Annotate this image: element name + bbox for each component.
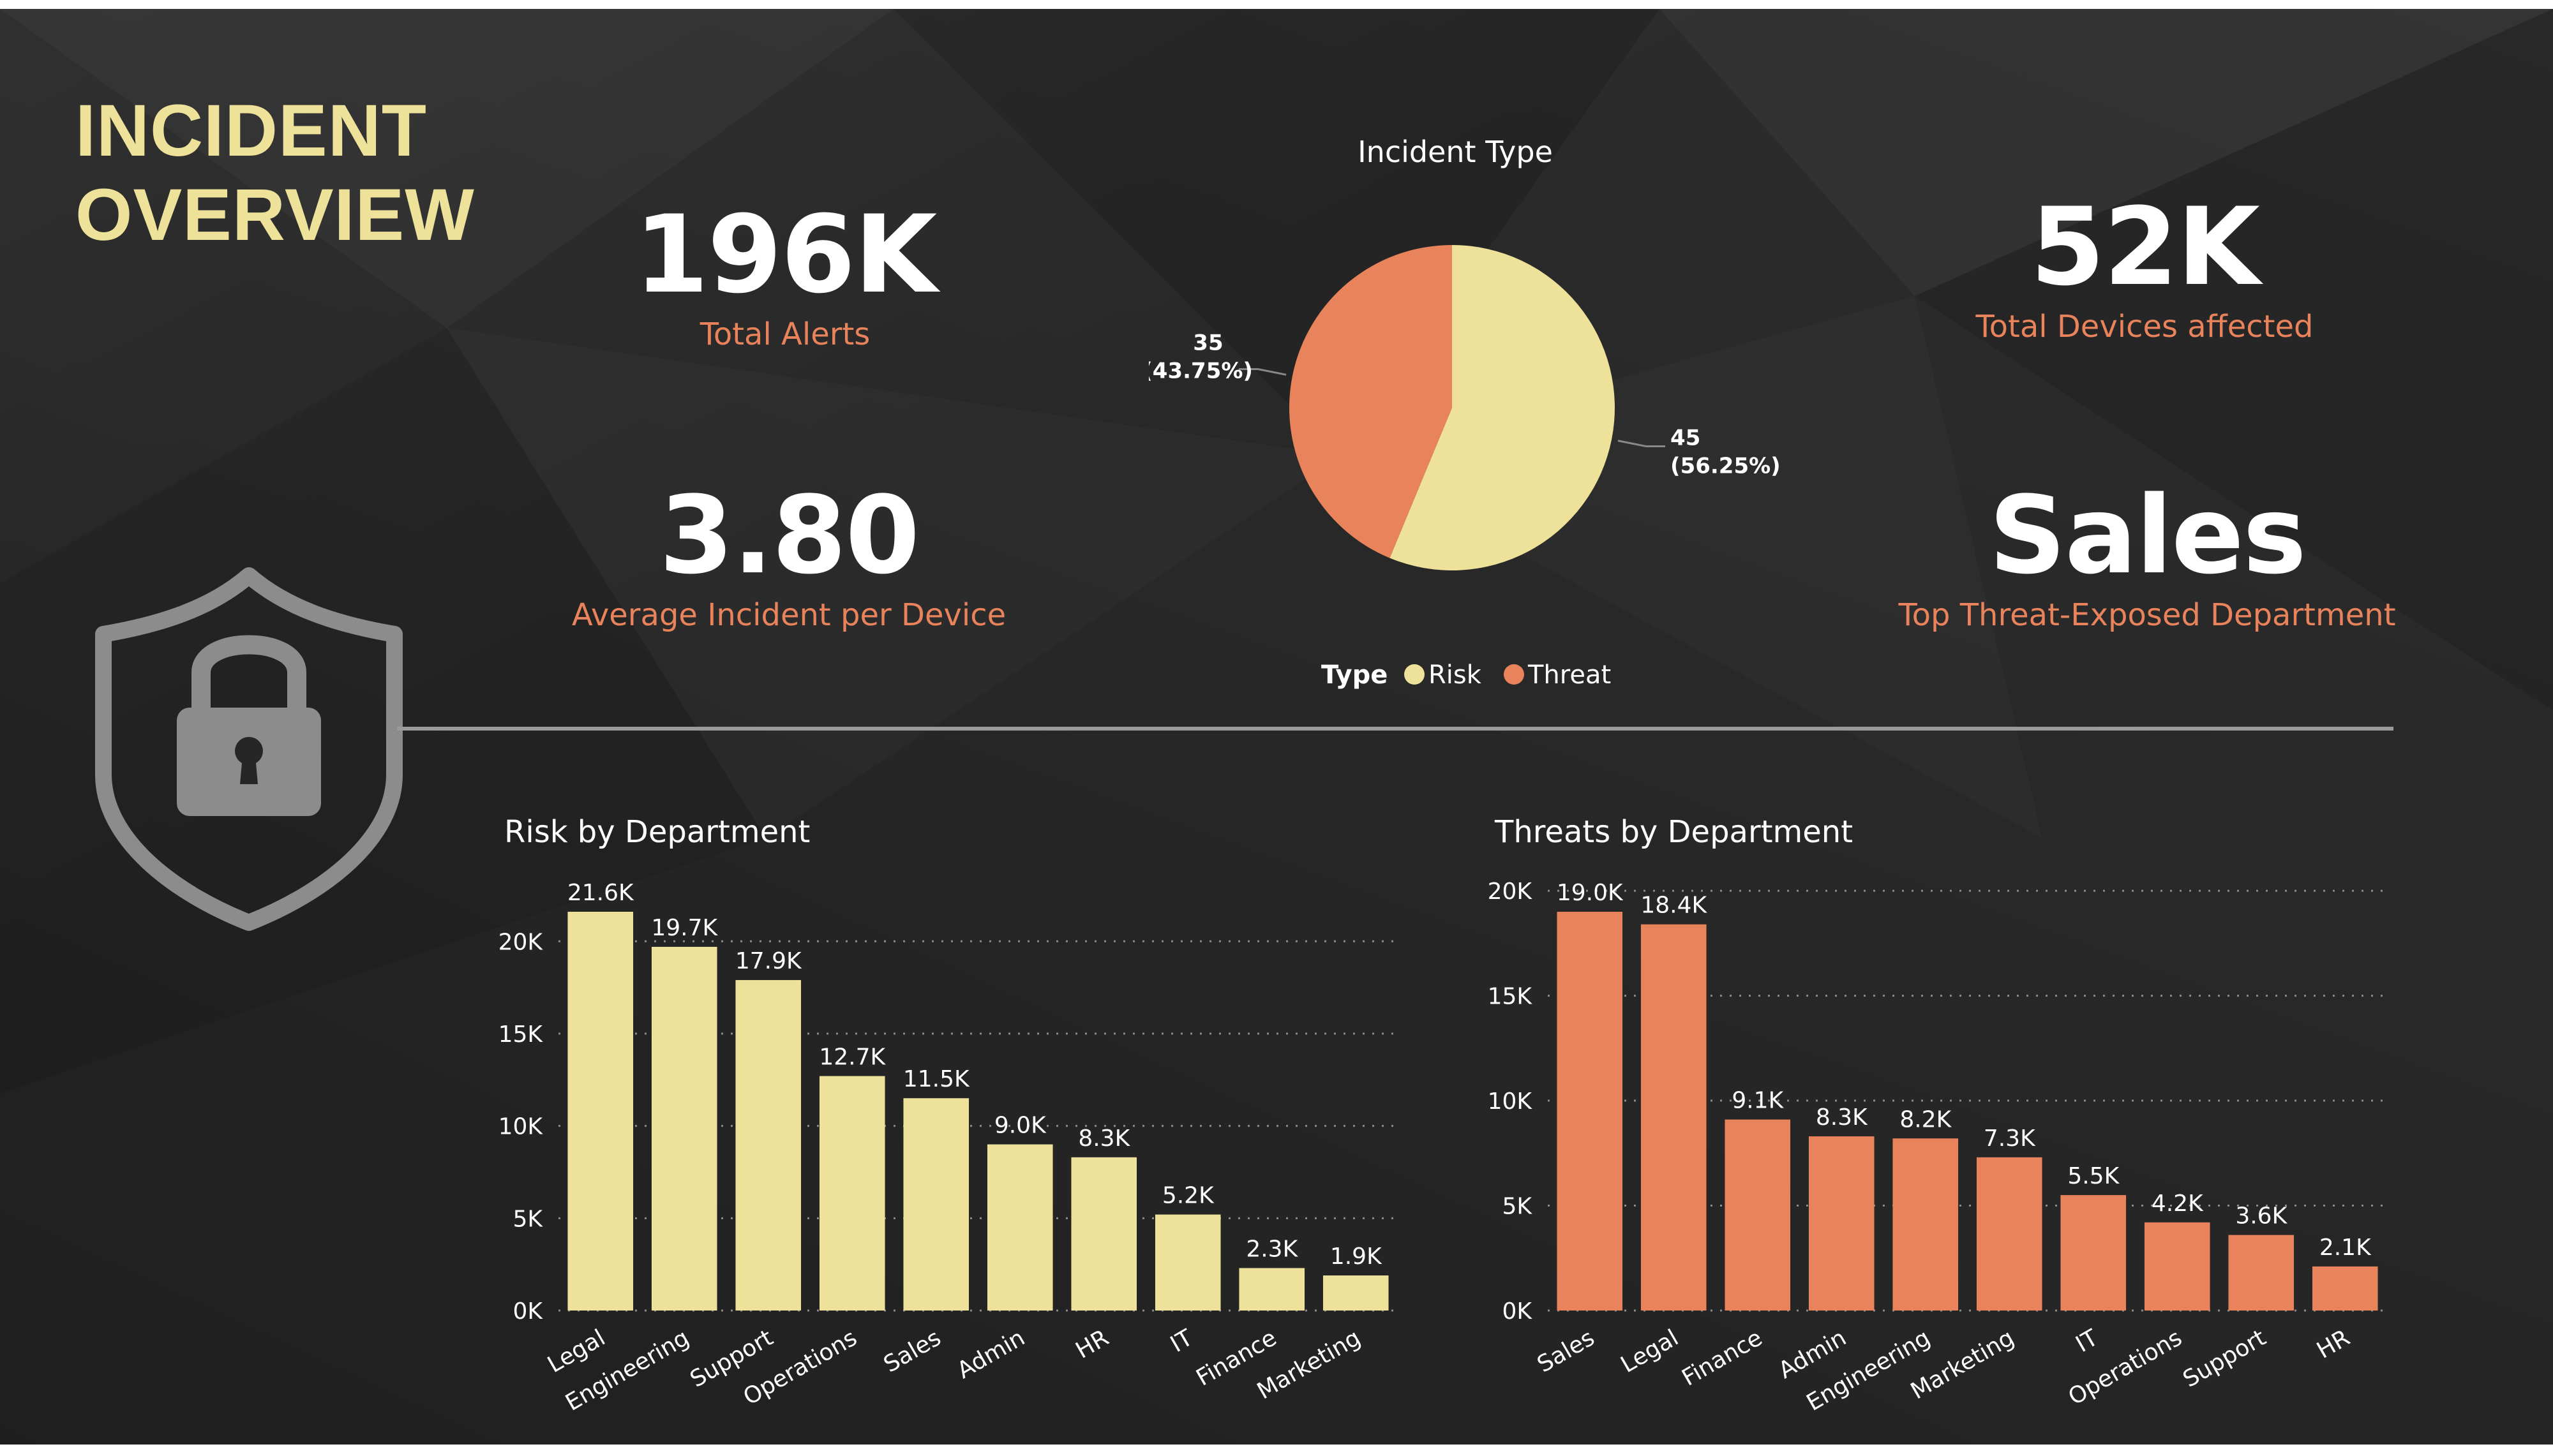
- data-label: 2.1K: [2319, 1235, 2372, 1261]
- legend-marker-threat: [1504, 664, 1524, 685]
- pie-data-label-value: 35: [1193, 331, 1223, 356]
- data-label: 8.3K: [1078, 1125, 1130, 1152]
- bar: [1071, 1157, 1137, 1311]
- dashboard-canvas: INCIDENT OVERVIEW 196K Total Alerts 3.80…: [0, 9, 2553, 1445]
- title-line-1: INCIDENT: [75, 90, 428, 172]
- x-tick-label: Finance: [1677, 1325, 1767, 1391]
- data-label: 7.3K: [1984, 1125, 2036, 1152]
- bar: [1892, 1138, 1959, 1311]
- incident-type-pie-chart: Incident Type 45 (56.25%) 35 (43.75%) Type Ris…: [1149, 135, 1781, 690]
- legend-title: Type: [1321, 660, 1388, 690]
- threat-chart-title: Threats by Department: [1495, 814, 1853, 850]
- bar: [903, 1098, 970, 1311]
- x-tick-label: Admin: [953, 1325, 1029, 1384]
- bar: [2312, 1266, 2378, 1311]
- kpi-value: 52K: [2030, 184, 2260, 309]
- kpi-value: Sales: [1989, 473, 2307, 598]
- bar: [2060, 1195, 2127, 1311]
- x-tick-label: IT: [1166, 1325, 1198, 1358]
- kpi-value: 3.80: [659, 473, 920, 598]
- kpi-total-alerts: 196K Total Alerts: [498, 194, 1072, 353]
- data-label: 8.3K: [1816, 1104, 1868, 1131]
- pie-data-label-percent: (43.75%): [1149, 359, 1253, 384]
- y-tick-label: 5K: [1502, 1194, 1532, 1220]
- bar: [1239, 1268, 1305, 1311]
- y-tick-label: 10K: [498, 1114, 544, 1140]
- data-label: 17.9K: [735, 948, 802, 974]
- pie-data-label-value: 45: [1670, 425, 1700, 450]
- bar: [1557, 912, 1623, 1311]
- y-tick-label: 15K: [1488, 984, 1533, 1010]
- kpi-devices-affected: 52K Total Devices affected: [1857, 186, 2432, 346]
- x-tick-label: HR: [1072, 1325, 1114, 1364]
- kpi-top-department: Sales Top Threat-Exposed Department: [1860, 475, 2434, 634]
- y-tick-label: 20K: [498, 929, 544, 955]
- data-label: 8.2K: [1899, 1106, 1952, 1133]
- x-tick-label: Legal: [1617, 1325, 1683, 1378]
- y-tick-label: 20K: [1488, 879, 1533, 905]
- bar: [1976, 1157, 2042, 1311]
- bar: [987, 1144, 1053, 1311]
- legend-label-threat: Threat: [1527, 660, 1611, 690]
- bar: [1640, 924, 1707, 1311]
- data-label: 21.6K: [567, 880, 634, 906]
- kpi-label: Total Devices affected: [1975, 309, 2314, 345]
- threats-by-department-chart: 0K 5K 10K 15K 20K 19.0K Sales 18.4K Legal 9.1K Fin…: [1488, 879, 2387, 1416]
- data-label: 9.0K: [994, 1113, 1047, 1139]
- bar: [819, 1076, 885, 1311]
- page-title: INCIDENT OVERVIEW: [75, 89, 475, 257]
- title-line-2: OVERVIEW: [75, 174, 475, 256]
- x-tick-label: HR: [2312, 1325, 2355, 1364]
- bar: [2228, 1235, 2295, 1311]
- x-tick-label: Support: [2179, 1325, 2271, 1393]
- data-label: 4.2K: [2152, 1191, 2204, 1217]
- kpi-value: 196K: [634, 192, 938, 317]
- pie-leader-line: [1617, 440, 1666, 447]
- bar: [735, 980, 802, 1311]
- data-label: 9.1K: [1732, 1088, 1784, 1114]
- risk-chart-title: Risk by Department: [504, 814, 811, 850]
- kpi-label: Average Incident per Device: [571, 597, 1007, 633]
- data-label: 3.6K: [2235, 1203, 2287, 1229]
- data-label: 5.2K: [1162, 1183, 1215, 1209]
- data-label: 12.7K: [819, 1044, 886, 1071]
- x-tick-label: IT: [2072, 1325, 2104, 1358]
- kpi-label: Top Threat-Exposed Department: [1898, 597, 2396, 633]
- x-tick-label: Sales: [1533, 1325, 1599, 1378]
- pie-title: Incident Type: [1358, 135, 1553, 169]
- bar: [567, 912, 634, 1311]
- data-label: 1.9K: [1330, 1244, 1382, 1270]
- data-label: 18.4K: [1640, 893, 1707, 919]
- y-tick-label: 15K: [498, 1021, 544, 1048]
- data-label: 2.3K: [1246, 1236, 1298, 1262]
- data-label: 5.5K: [2067, 1163, 2120, 1189]
- bar: [2144, 1222, 2210, 1311]
- bar: [1725, 1119, 1791, 1311]
- y-tick-label: 10K: [1488, 1088, 1533, 1115]
- y-tick-label: 5K: [513, 1206, 543, 1232]
- data-label: 19.0K: [1557, 880, 1624, 906]
- pie-data-label-percent: (56.25%): [1670, 453, 1781, 479]
- data-label: 19.7K: [651, 915, 718, 941]
- y-tick-label: 0K: [1502, 1298, 1532, 1325]
- risk-by-department-chart: 0K5K10K15K20K21.6KLegal19.7KEngineering1…: [498, 880, 1398, 1416]
- bar: [1322, 1275, 1389, 1311]
- bar: [1808, 1136, 1875, 1311]
- shield-lock-icon: [95, 567, 403, 931]
- bar: [1155, 1214, 1221, 1311]
- kpi-average-incident: 3.80 Average Incident per Device: [502, 475, 1076, 634]
- data-label: 11.5K: [903, 1066, 970, 1092]
- bar: [651, 946, 717, 1311]
- y-tick-label: 0K: [513, 1298, 543, 1325]
- x-tick-label: Sales: [880, 1325, 945, 1378]
- section-divider: [397, 727, 2393, 731]
- x-tick-label: Legal: [543, 1325, 610, 1378]
- legend-label-risk: Risk: [1428, 660, 1482, 690]
- legend-marker-risk: [1404, 664, 1425, 685]
- kpi-label: Total Alerts: [700, 316, 871, 352]
